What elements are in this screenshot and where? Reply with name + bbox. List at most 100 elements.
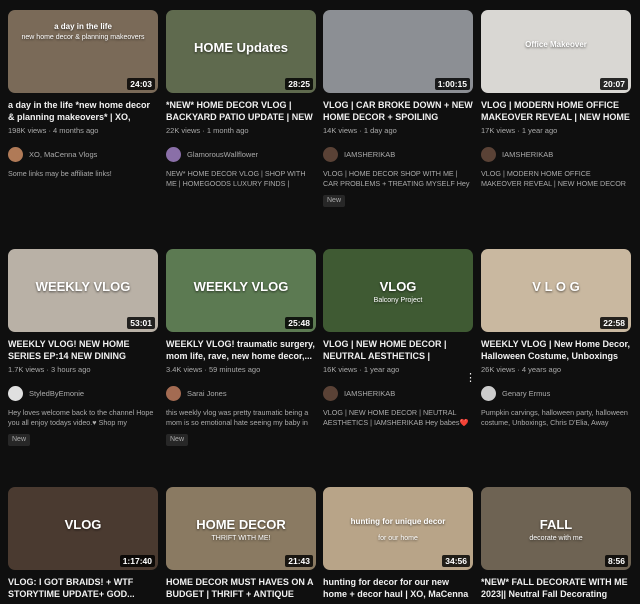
avatar[interactable] xyxy=(166,385,181,401)
video-description: VLOG | NEW HOME DECOR | NEUTRAL AESTHETI… xyxy=(323,408,469,427)
avatar[interactable] xyxy=(166,146,181,162)
channel-name[interactable]: IAMSHERIKAB xyxy=(344,389,395,398)
thumbnail-overlay-text: HOME Updates xyxy=(194,40,288,55)
video-thumbnail[interactable]: FALL decorate with me 8:56 xyxy=(481,487,631,570)
channel-name[interactable]: GlamorousWallflower xyxy=(187,150,258,159)
video-title[interactable]: hunting for decor for our new home + dec… xyxy=(323,576,473,600)
video-duration: 28:25 xyxy=(285,78,313,90)
thumbnail-overlay-subtext: Balcony Project xyxy=(373,297,423,304)
video-thumbnail[interactable]: WEEKLY VLOG 53:01 xyxy=(8,249,158,332)
view-count: 26K views xyxy=(481,365,516,374)
video-card[interactable]: HOME DECOR THRIFT WITH ME! 21:43 HOME DECOR… xyxy=(166,487,316,600)
video-card[interactable]: WEEKLY VLOG 53:01 WEEKLY VLOG! NEW HOME SE… xyxy=(8,249,158,446)
video-title[interactable]: WEEKLY VLOG! NEW HOME SERIES EP:14 NEW D… xyxy=(8,338,158,362)
video-title[interactable]: VLOG | MODERN HOME OFFICE MAKEOVER REVEA… xyxy=(481,99,631,123)
upload-age: 1 day ago xyxy=(363,126,397,135)
channel-name[interactable]: IAMSHERIKAB xyxy=(344,150,395,159)
video-thumbnail[interactable]: HOME DECOR THRIFT WITH ME! 21:43 xyxy=(166,487,316,570)
avatar[interactable] xyxy=(323,385,338,401)
channel-name[interactable]: StyledByEmonie xyxy=(29,389,84,398)
video-title[interactable]: WEEKLY VLOG | New Home Decor, Halloween … xyxy=(481,338,631,362)
channel-row[interactable]: Genary Ermus xyxy=(481,385,631,401)
channel-row[interactable]: IAMSHERIKAB xyxy=(323,385,473,401)
video-duration: 8:56 xyxy=(604,555,628,567)
video-title[interactable]: WEEKLY VLOG! traumatic surgery, mom life… xyxy=(166,338,316,362)
video-description: Some links may be affiliate links! xyxy=(8,169,112,178)
upload-age: 4 months ago xyxy=(53,126,99,135)
video-description: Hey loves welcome back to the channel Ho… xyxy=(8,408,154,427)
video-duration: 53:01 xyxy=(127,317,155,329)
meta-separator: · xyxy=(202,365,209,374)
video-card[interactable]: FALL decorate with me 8:56 *NEW* FALL DECOR… xyxy=(481,487,631,600)
video-title[interactable]: VLOG: I GOT BRAIDS! + WTF STORYTIME UPDA… xyxy=(8,576,158,600)
video-card[interactable]: hunting for unique decor for our home 34:5… xyxy=(323,487,473,600)
thumbnail-overlay-text: HOME DECOR xyxy=(196,517,286,532)
channel-row[interactable]: XO, MaCenna Vlogs xyxy=(8,146,158,162)
channel-row[interactable]: GlamorousWallflower xyxy=(166,146,316,162)
avatar[interactable] xyxy=(8,385,23,401)
channel-name[interactable]: Genary Ermus xyxy=(502,389,550,398)
video-duration: 20:07 xyxy=(600,78,628,90)
video-thumbnail[interactable]: hunting for unique decor for our home 34:5… xyxy=(323,487,473,570)
video-card[interactable]: 1:00:15 VLOG | CAR BROKE DOWN + NEW HOME … xyxy=(323,10,473,207)
video-card[interactable]: WEEKLY VLOG 25:48 WEEKLY VLOG! traumatic s… xyxy=(166,249,316,446)
channel-row[interactable]: IAMSHERIKAB xyxy=(323,146,473,162)
upload-age: 1 year ago xyxy=(521,126,558,135)
video-thumbnail[interactable]: 1:00:15 xyxy=(323,10,473,93)
channel-name[interactable]: Sarai Jones xyxy=(187,389,227,398)
video-title[interactable]: *NEW* FALL DECORATE WITH ME 2023|| Neutr… xyxy=(481,576,631,600)
video-meta: 3.4K views · 59 minutes ago xyxy=(166,365,316,375)
video-card[interactable]: a day in the life new home decor & planni… xyxy=(8,10,158,189)
thumbnail-overlay-text: FALL xyxy=(539,517,573,532)
thumbnail-overlay-text: a day in the life xyxy=(54,22,112,31)
video-title[interactable]: a day in the life *new home decor & plan… xyxy=(8,99,158,123)
video-duration: 21:43 xyxy=(285,555,313,567)
video-title[interactable]: HOME DECOR MUST HAVES ON A BUDGET | THRI… xyxy=(166,576,316,600)
channel-name[interactable]: XO, MaCenna Vlogs xyxy=(29,150,97,159)
video-card[interactable]: VLOG Balcony Project VLOG | NEW HOME DECOR… xyxy=(323,249,473,428)
thumbnail-overlay-text: V L O G xyxy=(532,279,580,294)
upload-age: 3 hours ago xyxy=(50,365,91,374)
view-count: 17K views xyxy=(481,126,516,135)
meta-separator: · xyxy=(515,365,522,374)
video-thumbnail[interactable]: Office Makeover 20:07 xyxy=(481,10,631,93)
video-duration: 1:00:15 xyxy=(434,78,470,90)
video-thumbnail[interactable]: V L O G 22:58 xyxy=(481,249,631,332)
channel-name[interactable]: IAMSHERIKAB xyxy=(502,150,553,159)
video-title[interactable]: VLOG | CAR BROKE DOWN + NEW HOME DECOR +… xyxy=(323,99,473,123)
meta-separator: · xyxy=(44,365,51,374)
video-thumbnail[interactable]: VLOG 1:17:40 xyxy=(8,487,158,570)
video-card[interactable]: HOME Updates 28:25 *NEW* HOME DECOR VLOG |… xyxy=(166,10,316,189)
channel-row[interactable]: IAMSHERIKAB xyxy=(481,146,631,162)
video-card[interactable]: V L O G 22:58 WEEKLY VLOG | New Home Decor… xyxy=(481,249,631,428)
view-count: 22K views xyxy=(166,126,201,135)
view-count: 1.7K views xyxy=(8,365,45,374)
more-options-icon[interactable]: ⋮ xyxy=(465,373,476,384)
new-badge: New xyxy=(323,195,346,207)
video-duration: 34:56 xyxy=(442,555,470,567)
avatar[interactable] xyxy=(481,385,496,401)
new-badge: New xyxy=(166,434,189,446)
channel-row[interactable]: StyledByEmonie xyxy=(8,385,158,401)
meta-separator: · xyxy=(515,126,522,135)
meta-separator: · xyxy=(200,126,207,135)
view-count: 14K views xyxy=(323,126,358,135)
video-duration: 25:48 xyxy=(285,317,313,329)
video-title[interactable]: *NEW* HOME DECOR VLOG | BACKYARD PATIO U… xyxy=(166,99,316,123)
thumbnail-overlay-subtext: decorate with me xyxy=(529,535,583,542)
thumbnail-overlay-subtext: new home decor & planning makeovers xyxy=(21,34,145,41)
view-count: 3.4K views xyxy=(166,365,203,374)
video-thumbnail[interactable]: HOME Updates 28:25 xyxy=(166,10,316,93)
video-thumbnail[interactable]: VLOG Balcony Project xyxy=(323,249,473,332)
thumbnail-overlay-text: VLOG xyxy=(379,279,417,294)
video-card[interactable]: Office Makeover 20:07 VLOG | MODERN HOME O… xyxy=(481,10,631,189)
video-card[interactable]: VLOG 1:17:40 VLOG: I GOT BRAIDS! + WTF STO… xyxy=(8,487,158,600)
avatar[interactable] xyxy=(8,146,23,162)
video-title[interactable]: VLOG | NEW HOME DECOR | NEUTRAL AESTHETI… xyxy=(323,338,473,362)
channel-row[interactable]: Sarai Jones xyxy=(166,385,316,401)
video-thumbnail[interactable]: WEEKLY VLOG 25:48 xyxy=(166,249,316,332)
video-description: VLOG | HOME DECOR SHOP WITH ME | CAR PRO… xyxy=(323,169,470,188)
video-thumbnail[interactable]: a day in the life new home decor & planni… xyxy=(8,10,158,93)
avatar[interactable] xyxy=(323,146,338,162)
avatar[interactable] xyxy=(481,146,496,162)
